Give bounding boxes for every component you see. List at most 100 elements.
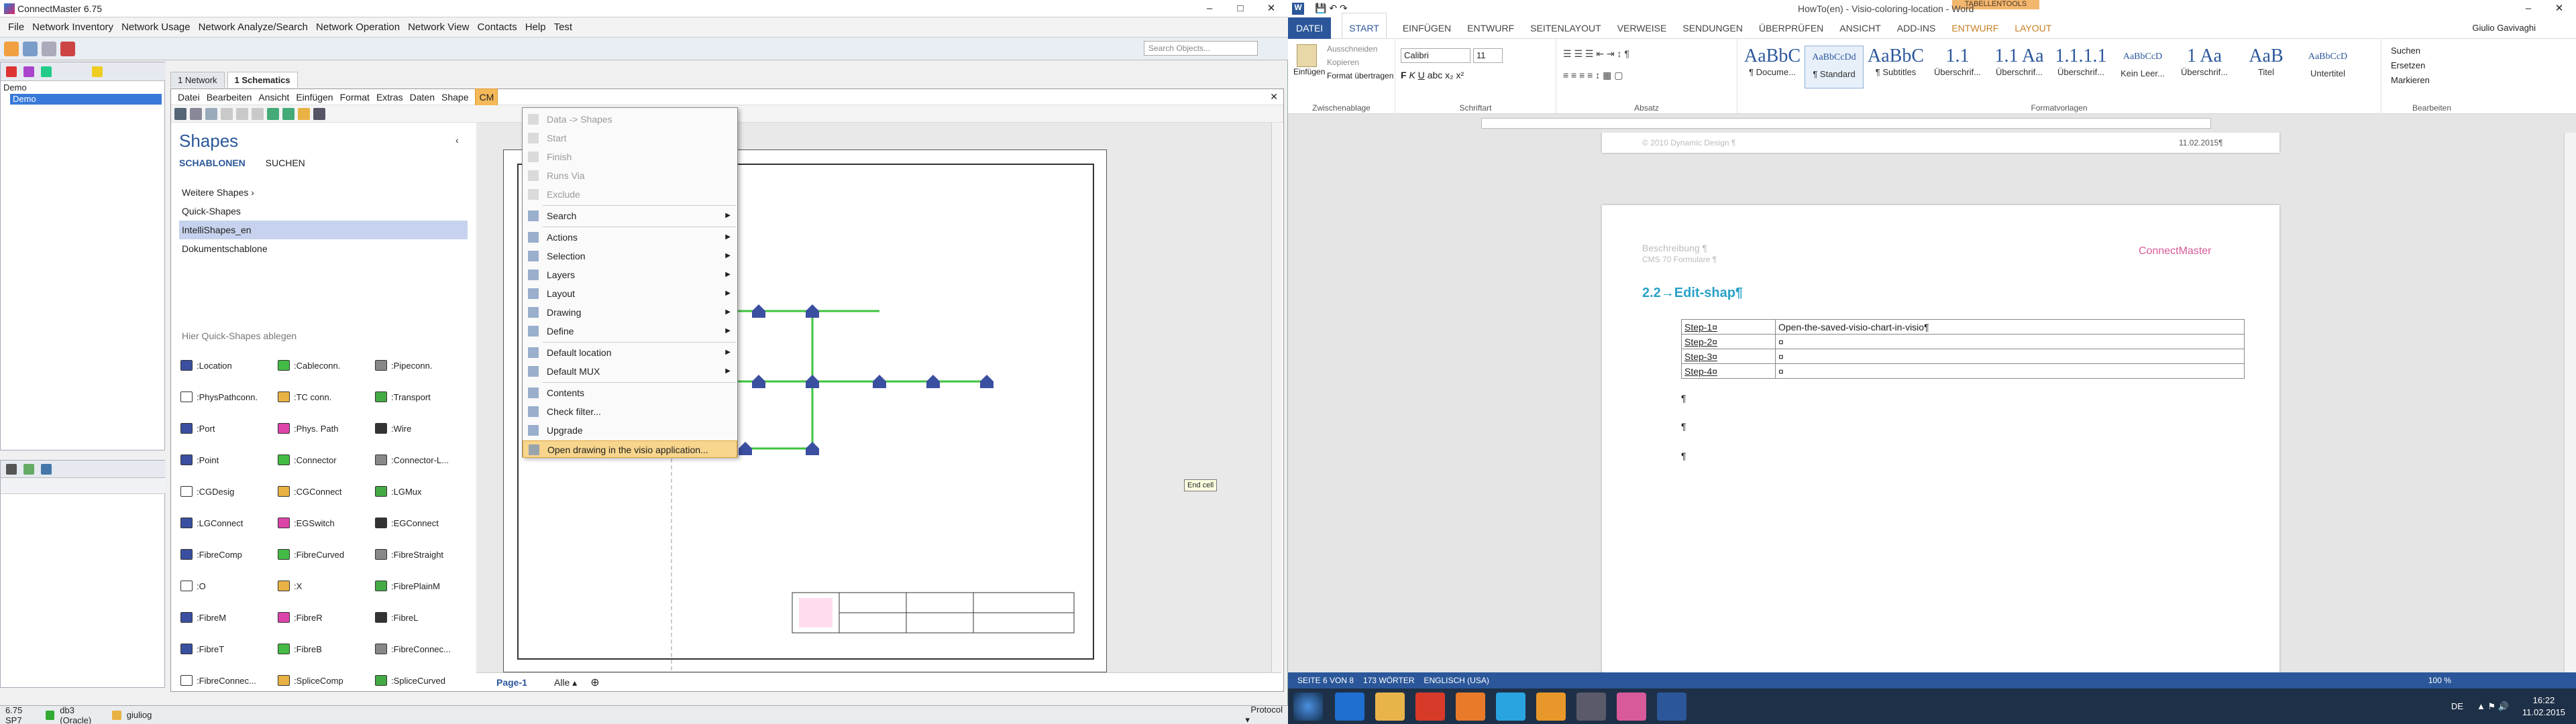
shape-item[interactable]: :Wire (375, 419, 469, 438)
zoom-level[interactable]: 100 % (2428, 672, 2451, 688)
shape-item[interactable]: :LGConnect (180, 514, 274, 532)
ribbon-tab-berpr-fen[interactable]: ÜBERPRÜFEN (1759, 17, 1823, 39)
vertical-scrollbar[interactable] (1271, 123, 1282, 672)
collapse-icon[interactable]: ‹ (455, 135, 459, 145)
page-count[interactable]: SEITE 6 VON 8 (1297, 672, 1354, 688)
select-button[interactable]: Markieren (2391, 75, 2430, 85)
explorer-icon[interactable] (1375, 692, 1405, 721)
tree-item-selected[interactable]: Demo (10, 94, 162, 105)
style-subtitles[interactable]: AaBbC ¶ Subtitles (1866, 46, 1925, 88)
shape-item[interactable]: :O (180, 577, 274, 595)
menu-file[interactable]: File (8, 17, 24, 38)
description-cell[interactable]: Open-the-saved-visio-chart-in-visio¶ (1775, 319, 2245, 335)
visio-menu-einf-gen[interactable]: Einfügen (296, 89, 333, 105)
stencil-more[interactable]: Weitere Shapes › (179, 183, 468, 202)
menu-network-analyze-search[interactable]: Network Analyze/Search (199, 17, 308, 38)
tray-icons[interactable]: ▲ ⚑ 🔊 (2477, 701, 2509, 712)
cut-button[interactable]: Ausschneiden (1327, 44, 1377, 54)
paste-icon[interactable] (252, 107, 264, 120)
search-input[interactable]: Search Objects... (1144, 41, 1258, 56)
stencil-document[interactable]: Dokumentschablone (179, 239, 468, 258)
shape-item[interactable]: :Connector (278, 450, 372, 469)
protocol-button[interactable]: Protocol ▾ (1245, 705, 1288, 724)
ribbon-tab-sendungen[interactable]: SENDUNGEN (1682, 17, 1742, 39)
align-buttons[interactable]: ≡ ≡ ≡ ≡ ↕ ▦ ▢ (1563, 70, 1623, 81)
menu-item-open-drawing-in-the-visio-application[interactable]: Open drawing in the visio application... (523, 440, 737, 458)
ie-icon[interactable] (1335, 692, 1364, 721)
delete-icon[interactable] (60, 41, 75, 56)
close-button[interactable]: ✕ (1256, 0, 1287, 17)
menu-item-default-mux[interactable]: Default MUX ▶ (523, 363, 737, 380)
visio-menu-daten[interactable]: Daten (410, 89, 435, 105)
visio-menu-cm[interactable]: CM (475, 88, 498, 106)
shape-item[interactable]: :FibreCurved (278, 545, 372, 564)
tab-suchen[interactable]: SUCHEN (266, 158, 305, 168)
word-vertical-scrollbar[interactable] (2564, 133, 2576, 682)
menu-item-actions[interactable]: Actions ▶ (523, 229, 737, 246)
shape-item[interactable]: :FibreConnec... (375, 640, 469, 658)
connectmaster-taskbar-icon[interactable] (1617, 692, 1646, 721)
description-cell[interactable]: ¤ (1775, 349, 2245, 364)
tree-root[interactable]: Demo (3, 82, 27, 93)
style-titel[interactable]: AaB Titel (2237, 46, 2296, 88)
style-berschrif[interactable]: 1 Aa Überschrif... (2175, 46, 2234, 88)
shape-item[interactable]: :Pipeconn. (375, 356, 469, 375)
style-kein-leer[interactable]: AaBbCcD Kein Leer... (2113, 46, 2172, 88)
shape-item[interactable]: :FibreM (180, 608, 274, 627)
shape-item[interactable]: :EGSwitch (278, 514, 372, 532)
description-cell[interactable]: ¤ (1775, 363, 2245, 379)
ribbon-tab-datei[interactable]: DATEI (1288, 17, 1332, 39)
shape-item[interactable]: :TC conn. (278, 387, 372, 406)
add-page-icon[interactable]: ⊕ (590, 676, 599, 689)
menu-network-view[interactable]: Network View (408, 17, 469, 38)
menu-contacts[interactable]: Contacts (478, 17, 517, 38)
format-painter-button[interactable]: Format übertragen (1327, 71, 1393, 80)
grid-icon[interactable] (23, 463, 34, 475)
visio-menu-ansicht[interactable]: Ansicht (258, 89, 289, 105)
firefox-icon[interactable] (1456, 692, 1485, 721)
shape-item[interactable]: :FibreComp (180, 545, 274, 564)
shape-item[interactable]: :FibreStraight (375, 545, 469, 564)
replace-button[interactable]: Ersetzen (2391, 60, 2425, 70)
shape-item[interactable]: :FibreL (375, 608, 469, 627)
save-icon[interactable] (174, 107, 186, 120)
menu-network-usage[interactable]: Network Usage (121, 17, 191, 38)
start-icon[interactable] (1293, 692, 1323, 721)
step-cell[interactable]: Step-2¤ (1681, 334, 1776, 349)
shape-item[interactable]: :FibreConnec... (180, 671, 274, 690)
visio-menu-shape[interactable]: Shape (441, 89, 468, 105)
ribbon-tab-entwurf[interactable]: ENTWURF (1467, 17, 1514, 39)
expand-icon[interactable] (41, 66, 52, 77)
ribbon-tab-add-ins[interactable]: ADD-INS (1897, 17, 1936, 39)
ribbon-tab-seitenlayout[interactable]: SEITENLAYOUT (1530, 17, 1601, 39)
menu-item-default-location[interactable]: Default location ▶ (523, 344, 737, 361)
shape-item[interactable]: :FibreT (180, 640, 274, 658)
font-format-buttons[interactable]: F K U abc x₂ x² (1401, 70, 1464, 80)
minimize-button[interactable]: – (1194, 0, 1225, 17)
menu-item-upgrade[interactable]: Upgrade (523, 422, 737, 439)
text-tool-icon[interactable] (313, 107, 325, 120)
signed-in-user[interactable]: Giulio Gavivaghi (2472, 23, 2536, 33)
shape-item[interactable]: :Cableconn. (278, 356, 372, 375)
menu-network-inventory[interactable]: Network Inventory (32, 17, 113, 38)
menu-test[interactable]: Test (554, 17, 573, 38)
input-language[interactable]: DE (2451, 701, 2463, 711)
tab-schematics[interactable]: 1 Schematics (227, 72, 298, 88)
style-berschrif[interactable]: 1.1.1.1 Überschrif... (2051, 46, 2110, 88)
horizontal-ruler[interactable] (1288, 115, 2576, 131)
shape-item[interactable]: :Port (180, 419, 274, 438)
home-icon[interactable] (4, 41, 19, 56)
menu-item-define[interactable]: Define ▶ (523, 322, 737, 340)
shape-item[interactable]: :EGConnect (375, 514, 469, 532)
language[interactable]: ENGLISCH (USA) (1424, 672, 1489, 688)
shape-item[interactable]: :Connector-L... (375, 450, 469, 469)
shape-item[interactable]: :CGConnect (278, 482, 372, 501)
shape-item[interactable]: :FibreR (278, 608, 372, 627)
cut-icon[interactable] (221, 107, 233, 120)
save-icon[interactable] (23, 41, 38, 56)
chrome-icon[interactable] (1415, 692, 1445, 721)
word-minimize-button[interactable]: – (2513, 0, 2544, 17)
print-icon[interactable] (42, 41, 56, 56)
visio-menu-format[interactable]: Format (340, 89, 370, 105)
ribbon-tab-ansicht[interactable]: ANSICHT (1839, 17, 1880, 39)
